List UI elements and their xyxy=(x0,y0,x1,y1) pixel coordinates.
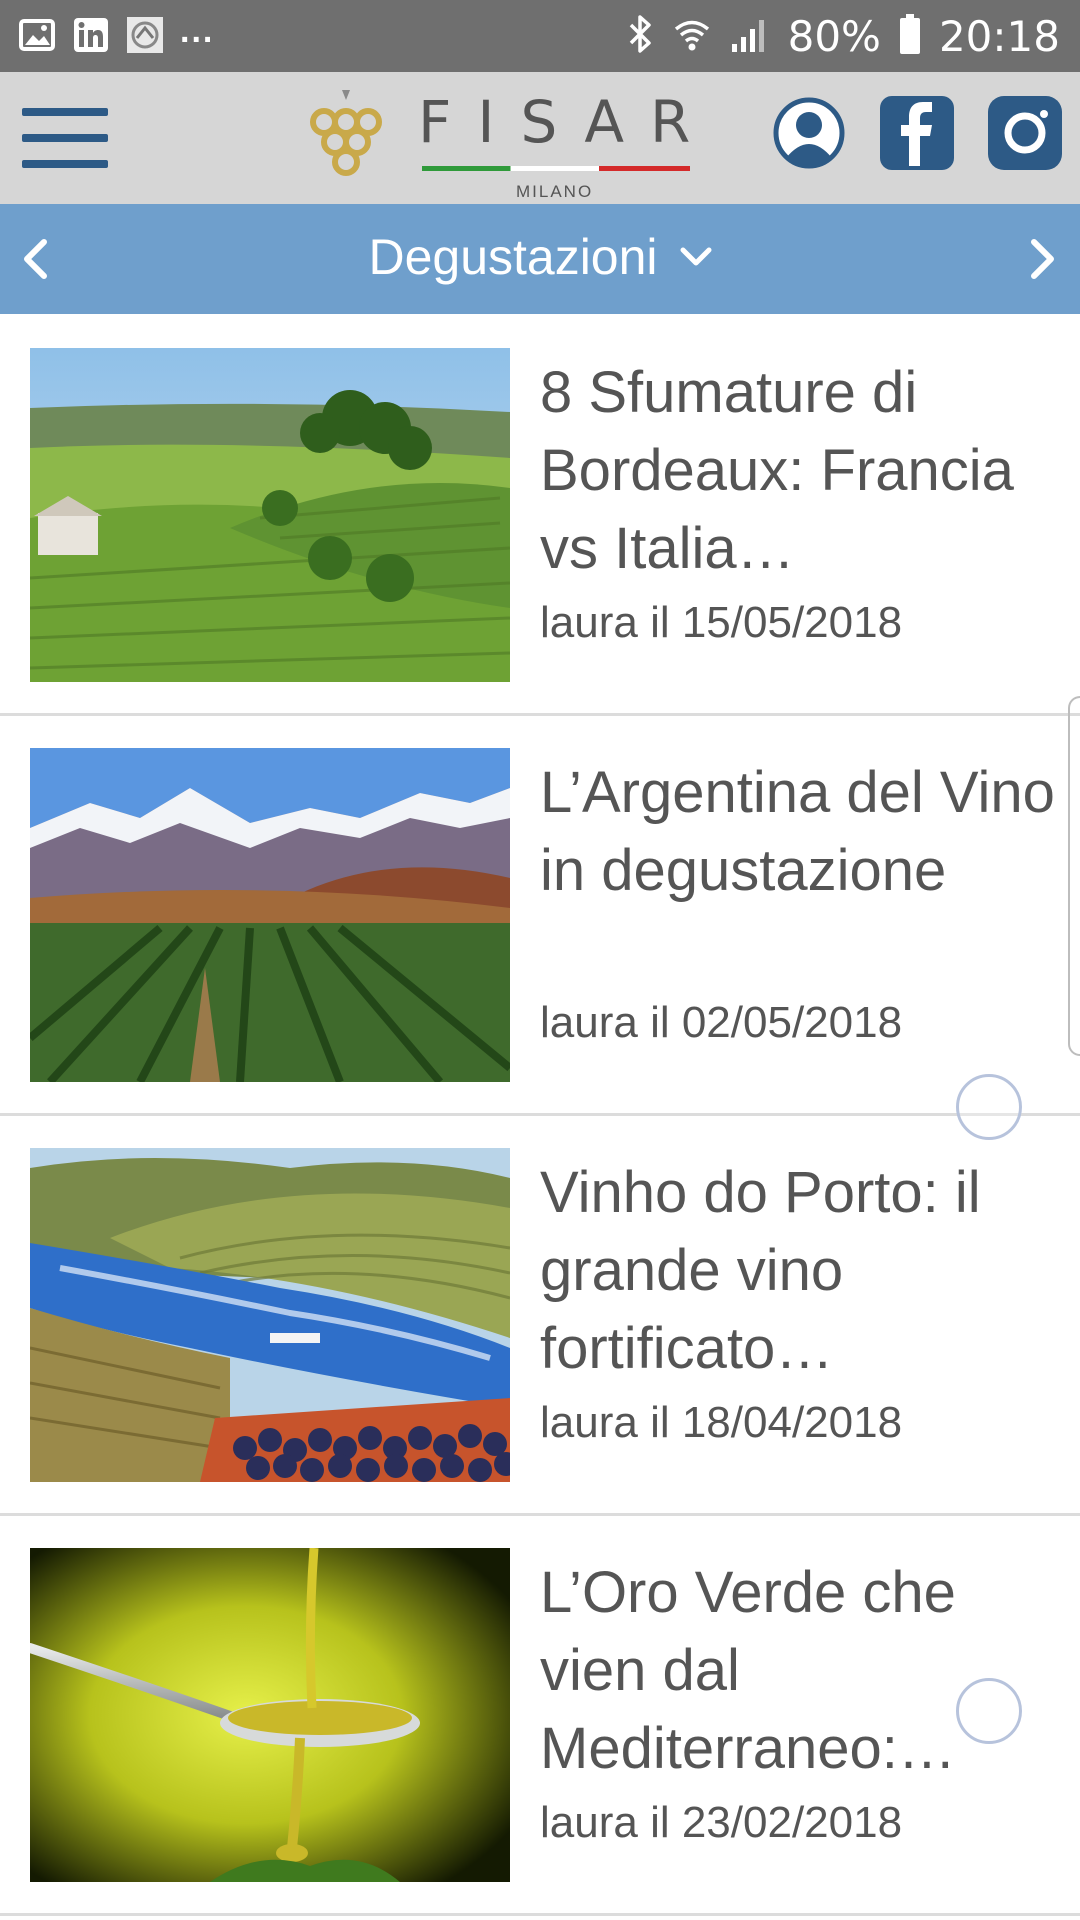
linkedin-icon xyxy=(72,16,110,54)
article-thumbnail-vineyard-hills[interactable] xyxy=(30,348,510,682)
system-icons: 80% 20:18 xyxy=(628,10,1060,62)
chevron-down-icon xyxy=(680,247,712,266)
notification-icons: ... xyxy=(18,12,214,54)
article-item[interactable]: 8 Sfumature di Bordeaux: Francia vs Ital… xyxy=(0,316,1080,716)
touch-indicator xyxy=(956,1678,1022,1744)
article-list: 8 Sfumature di Bordeaux: Francia vs Ital… xyxy=(0,316,1080,1916)
article-meta: laura il 23/02/2018 xyxy=(540,1798,903,1847)
instagram-icon[interactable] xyxy=(988,96,1062,170)
article-thumbnail-olive-oil[interactable] xyxy=(30,1548,510,1882)
wifi-icon xyxy=(672,14,712,59)
signal-icon xyxy=(730,14,770,59)
italian-flag-stripe xyxy=(422,166,690,171)
logo-text: FISAR xyxy=(418,88,717,156)
more-notifications: ... xyxy=(180,11,215,50)
battery-icon xyxy=(899,13,921,60)
app-notification-icon xyxy=(126,16,164,54)
article-title[interactable]: 8 Sfumature di Bordeaux: Francia vs Ital… xyxy=(540,354,1065,588)
article-thumbnail-douro-river[interactable] xyxy=(30,1148,510,1482)
category-selector[interactable]: Degustazioni xyxy=(0,228,1080,286)
battery-percentage: 80% xyxy=(787,11,881,61)
article-item[interactable]: Vinho do Porto: il grande vino fortifica… xyxy=(0,1116,1080,1516)
bluetooth-icon xyxy=(628,14,654,59)
article-title[interactable]: Vinho do Porto: il grande vino fortifica… xyxy=(540,1154,1065,1388)
article-item[interactable]: L’Oro Verde che vien dal Mediterraneo:… … xyxy=(0,1516,1080,1916)
facebook-icon[interactable] xyxy=(880,96,954,170)
scroll-indicator[interactable] xyxy=(1068,696,1080,1056)
fisar-logo[interactable]: FISAR MILANO xyxy=(306,86,696,201)
article-item[interactable]: L’Argentina del Vino in degustazione lau… xyxy=(0,716,1080,1116)
article-title[interactable]: L’Oro Verde che vien dal Mediterraneo:… xyxy=(540,1554,1065,1788)
article-meta: laura il 18/04/2018 xyxy=(540,1398,903,1447)
article-meta: laura il 02/05/2018 xyxy=(540,998,903,1047)
touch-indicator xyxy=(956,1074,1022,1140)
category-bar: Degustazioni xyxy=(0,204,1080,314)
article-thumbnail-andes-vineyard[interactable] xyxy=(30,748,510,1082)
logo-subtitle: MILANO xyxy=(516,182,594,201)
app-header: FISAR MILANO xyxy=(0,72,1080,204)
image-icon xyxy=(18,16,56,54)
category-label: Degustazioni xyxy=(368,229,658,285)
article-title[interactable]: L’Argentina del Vino in degustazione xyxy=(540,754,1065,910)
status-bar: ... 80% 20:18 xyxy=(0,0,1080,72)
hamburger-menu-icon[interactable] xyxy=(22,108,110,170)
chevron-right-icon[interactable] xyxy=(1016,234,1066,284)
article-meta: laura il 15/05/2018 xyxy=(540,598,903,647)
grape-logo-icon xyxy=(310,90,382,176)
clock: 20:18 xyxy=(938,11,1060,61)
user-profile-icon[interactable] xyxy=(772,96,846,170)
